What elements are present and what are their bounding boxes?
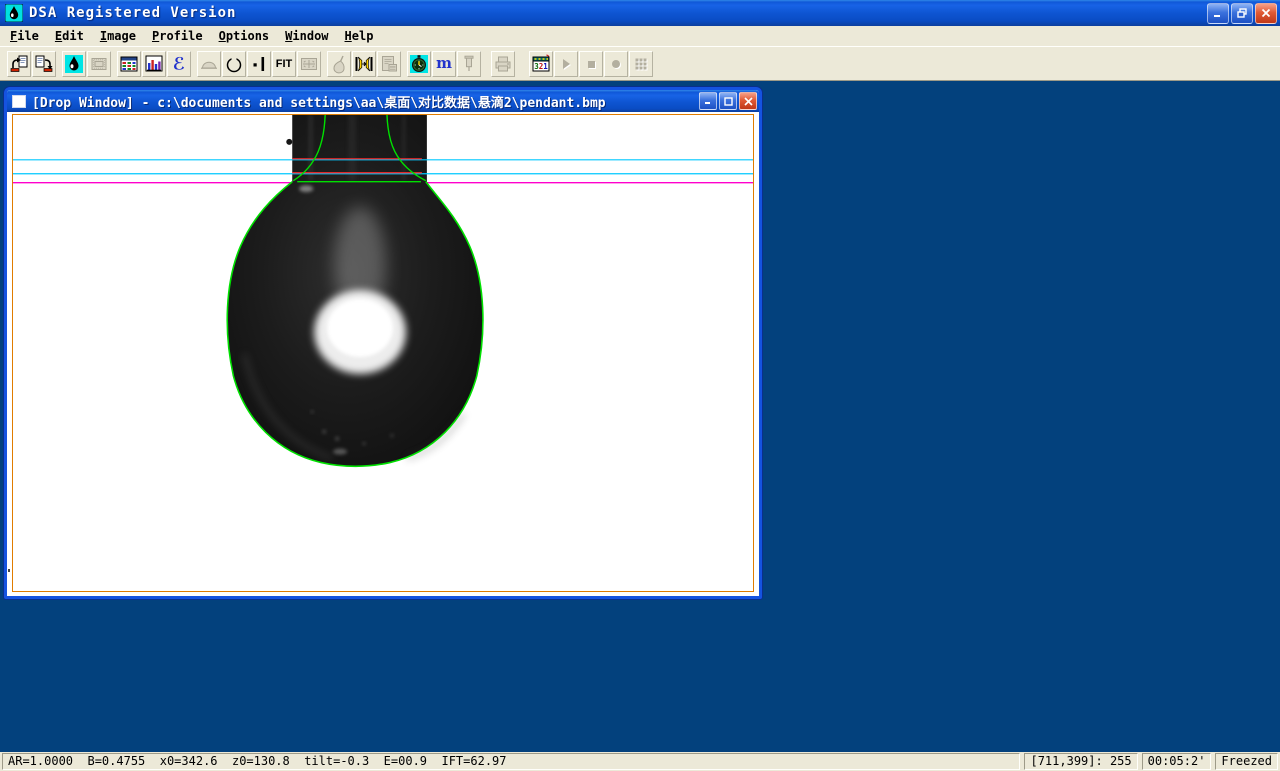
window-fit-icon [299,54,319,74]
profile-copy-button [377,51,401,77]
pixel-readout-panel: [711,399]: 255 [1024,753,1137,770]
grab-image-button[interactable] [62,51,86,77]
menu-window[interactable]: Window [277,27,336,45]
save-file-icon [34,54,54,74]
frame-grabber-button [87,51,111,77]
svg-text:321: 321 [534,62,548,71]
circle-icon [224,54,244,74]
baseline-button[interactable] [247,51,271,77]
menu-options[interactable]: Options [211,27,278,45]
menu-image[interactable]: Image [92,27,144,45]
menu-help[interactable]: Help [337,27,382,45]
timer-panel: 00:05:2' [1142,753,1212,770]
drop-window-titlebar[interactable]: [Drop Window] - c:\documents and setting… [7,90,759,112]
bar-chart-icon [144,54,164,74]
main-titlebar[interactable]: DSA Registered Version [0,0,1280,26]
drop-maximize-button[interactable] [719,92,737,110]
magnification-button[interactable]: m [432,51,456,77]
toolbar: ℰ FIT m 321 [0,46,1280,81]
drop-close-button[interactable] [739,92,757,110]
minimize-button[interactable] [1207,3,1229,24]
drop-photo [13,115,753,591]
menu-bar: FileEditImageProfileOptionsWindowHelp [0,26,1280,46]
stopwatch-icon [409,54,429,74]
status-bar: AR=1.0000 B=0.4755 x0=342.6 z0=130.8 til… [0,752,1280,771]
result-table-button[interactable] [117,51,141,77]
close-button[interactable] [1255,3,1277,24]
table-icon [119,54,139,74]
result-chart-button[interactable] [142,51,166,77]
app-title: DSA Registered Version [29,5,236,21]
fit-results-panel: AR=1.0000 B=0.4755 x0=342.6 z0=130.8 til… [2,753,1020,770]
document-icon [12,95,26,108]
extract-profile-button[interactable]: ℰ [167,51,191,77]
svg-text:ℰ: ℰ [173,54,185,74]
drop-window-title: [Drop Window] - c:\documents and setting… [32,92,606,111]
window-fit-button [297,51,321,77]
menu-edit[interactable]: Edit [47,27,92,45]
record-button [604,51,628,77]
text-label: FIT [276,58,293,70]
dosing-button [457,51,481,77]
play-button [554,51,578,77]
script-e-icon: ℰ [169,54,189,74]
sessile-drop-icon [199,54,219,74]
text-label-blue: m [436,56,452,71]
baseline-icon [249,54,269,74]
save-image-button[interactable] [32,51,56,77]
stop-button [579,51,603,77]
printer-icon [493,54,513,74]
restore-button[interactable] [1231,3,1253,24]
frame-list-button [629,51,653,77]
movie-321-icon: 321 [531,54,551,74]
fit-button[interactable]: FIT [272,51,296,77]
stop-icon [581,54,601,74]
drop-image-frame [12,114,754,592]
menu-profile[interactable]: Profile [144,27,211,45]
open-image-button[interactable] [7,51,31,77]
drop-minimize-button[interactable] [699,92,717,110]
app-drop-icon [5,4,23,22]
pendant-drop-button [327,51,351,77]
print-button [491,51,515,77]
circle-fit-button[interactable] [222,51,246,77]
needle-icon [354,54,374,74]
stopwatch-button[interactable] [407,51,431,77]
play-icon [556,54,576,74]
dsa-application: { "window": { "title": "DSA Registered V… [0,0,1280,771]
sessile-drop-button [197,51,221,77]
pendant-drop-icon [329,54,349,74]
drop-camera-icon [64,54,84,74]
mode-panel: Freezed [1215,753,1278,770]
movie-button[interactable]: 321 [529,51,553,77]
frame-grabber-icon [89,54,109,74]
mdi-client-area: [Drop Window] - c:\documents and setting… [0,81,1280,752]
pixel-artifact [8,569,10,572]
open-file-icon [9,54,29,74]
grid-icon [631,54,651,74]
clipboard-icon [379,54,399,74]
drop-window: [Drop Window] - c:\documents and setting… [4,87,762,599]
needle-detect-button[interactable] [352,51,376,77]
drop-window-content [7,112,759,596]
syringe-icon [459,54,479,74]
menu-file[interactable]: File [2,27,47,45]
record-icon [606,54,626,74]
